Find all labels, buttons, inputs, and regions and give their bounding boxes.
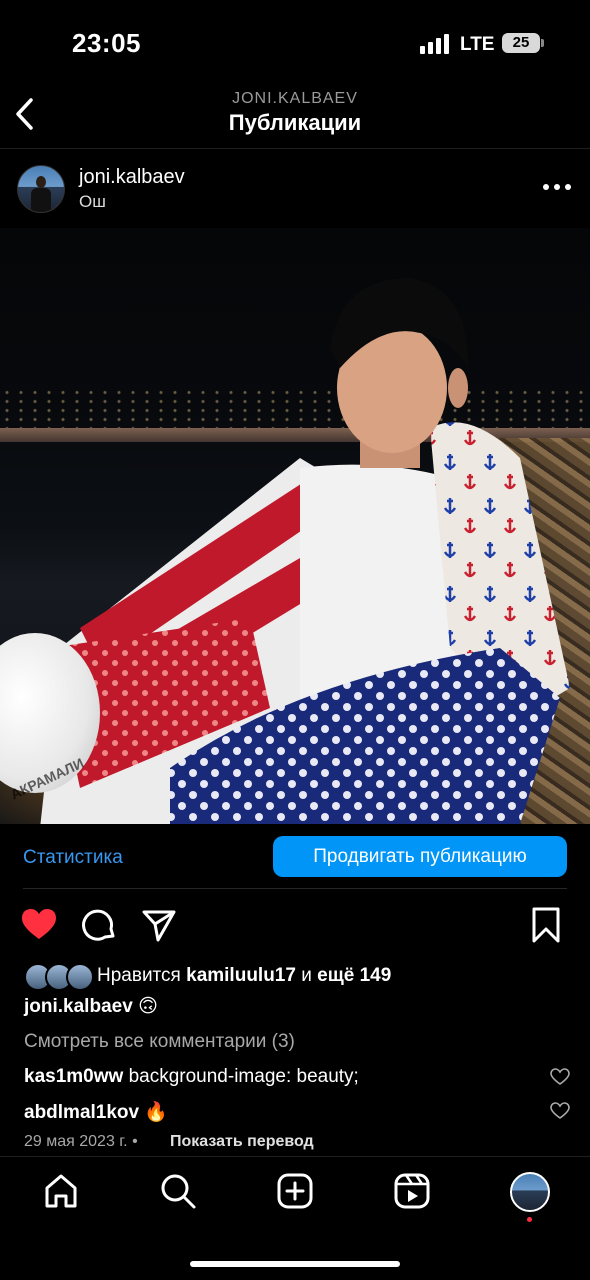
post-date-text: 29 мая 2023 г. [24,1133,128,1150]
comment-item: kas1m0ww background-image: beauty; [24,1066,359,1088]
send-icon[interactable] [140,906,178,944]
statistics-link[interactable]: Статистика [23,847,123,869]
avatar-body [31,188,51,212]
comment-text: 🔥 [144,1102,169,1123]
notification-dot [527,1217,532,1222]
comment-username[interactable]: kas1m0ww [24,1066,123,1087]
liker-avatar [66,963,94,991]
search-icon[interactable] [159,1172,197,1210]
likes-more[interactable]: ещё 149 [317,965,391,986]
post-caption: joni.kalbaev 🙃 [24,995,158,1018]
heart-filled-icon[interactable] [20,906,58,944]
avatar-head [36,176,46,188]
promote-post-button[interactable]: Продвигать публикацию [273,836,567,877]
signal-icon [420,34,449,54]
battery-cap [541,39,544,47]
post-location[interactable]: Ош [79,192,106,212]
caption-username[interactable]: joni.kalbaev [24,996,133,1017]
header-divider [0,148,590,149]
comment-text: background-image: beauty; [128,1066,359,1087]
page-title: Публикации [228,110,362,135]
likes-prefix: Нравится [97,965,181,986]
author-username[interactable]: joni.kalbaev [79,166,185,189]
stats-divider [23,888,567,889]
more-horizontal-icon[interactable] [542,177,572,197]
profile-avatar[interactable] [510,1172,550,1212]
nav-divider [0,1156,590,1157]
header-username: JONI.KALBAEV [232,90,358,107]
caption-text: 🙃 [138,996,158,1017]
comment-item: abdlmal1kov 🔥 [24,1100,168,1124]
battery-icon: 25 [502,33,540,53]
view-all-comments-link[interactable]: Смотреть все комментарии (3) [24,1031,295,1053]
heart-outline-icon[interactable] [550,1102,570,1120]
likes-and: и [301,965,312,986]
comment-username[interactable]: abdlmal1kov [24,1102,139,1123]
comment-icon[interactable] [80,906,118,944]
home-indicator [190,1261,400,1267]
author-avatar[interactable] [17,165,65,213]
post-date: 29 мая 2023 г. • [24,1133,138,1151]
date-separator: • [132,1133,138,1150]
network-label: LTE [460,34,495,55]
likes-summary[interactable]: Нравится kamiluulu17 и ещё 149 [97,965,391,987]
likes-user[interactable]: kamiluulu17 [186,965,296,986]
post-photo[interactable]: АКРАМАЛИ [0,228,590,824]
heart-outline-icon[interactable] [550,1068,570,1086]
reels-icon[interactable] [393,1172,431,1210]
bookmark-icon[interactable] [527,906,565,944]
home-icon[interactable] [42,1172,80,1210]
status-time: 23:05 [72,28,141,58]
create-icon[interactable] [276,1172,314,1210]
show-translation-link[interactable]: Показать перевод [170,1133,314,1151]
